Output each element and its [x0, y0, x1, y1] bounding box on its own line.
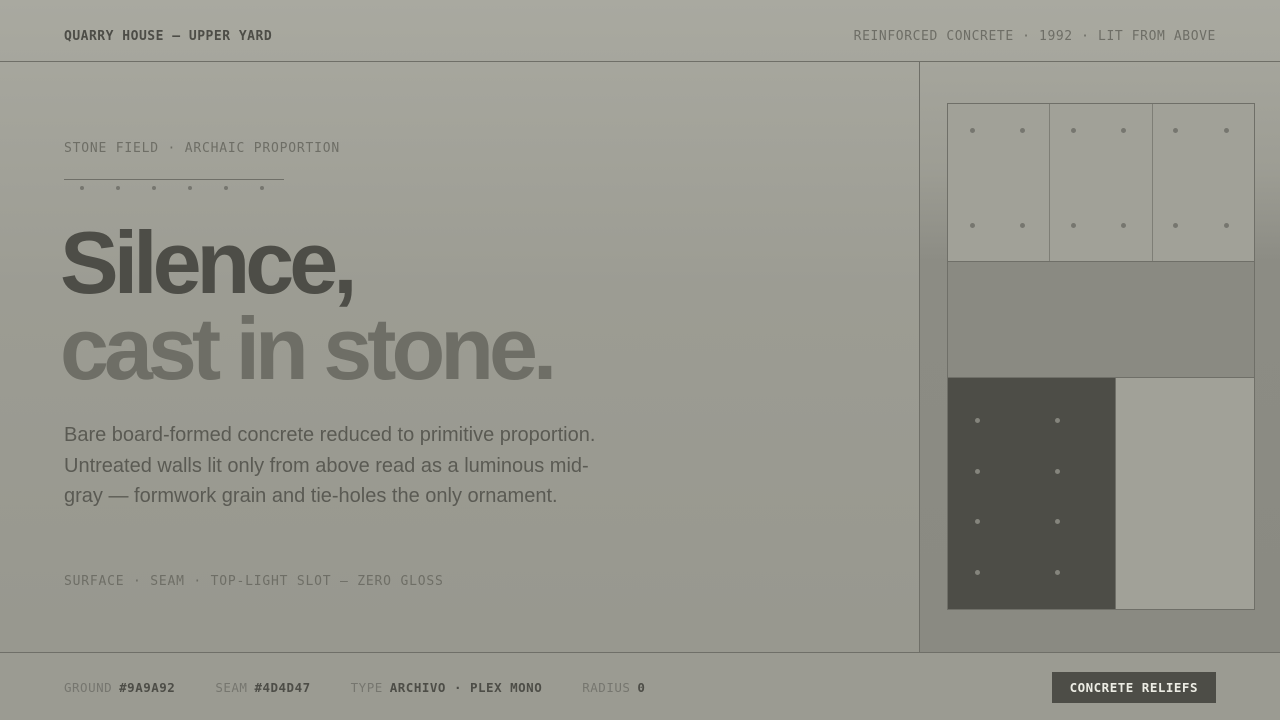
tick-dot: [260, 186, 264, 190]
light-block: [1116, 378, 1254, 609]
tie-hole: [1121, 223, 1127, 228]
spec-value: #4D4D47: [254, 680, 311, 695]
eyebrow-label: STONE FIELD · ARCHAIC PROPORTION: [64, 141, 341, 156]
relief-panel-cell: [948, 104, 1050, 261]
tie-hole: [1223, 223, 1229, 228]
headline: Silence, cast in stone.: [60, 213, 557, 398]
headline-line-1: Silence,: [60, 213, 358, 312]
relief-panel: [919, 62, 1280, 652]
tie-hole: [1055, 519, 1060, 524]
tie-hole: [975, 469, 980, 474]
site-header: QUARRY HOUSE — UPPER YARD REINFORCED CON…: [0, 0, 1280, 62]
body-copy: Bare board-formed concrete reduced to pr…: [64, 424, 596, 507]
brand-name[interactable]: QUARRY HOUSE — UPPER YARD: [64, 29, 272, 44]
seam-block: [948, 378, 1116, 609]
tagline: SURFACE · SEAM · TOP-LIGHT SLOT — ZERO G…: [64, 574, 444, 589]
spec-label: TYPE: [350, 680, 383, 695]
spec-value: #9A9A92: [119, 680, 176, 695]
site-footer: GROUND #9A9A92 SEAM #4D4D47 TYPE ARCHIVO · …: [0, 652, 1280, 720]
header-meta: REINFORCED CONCRETE · 1992 · LIT FROM AB…: [853, 29, 1216, 44]
tie-hole: [1055, 469, 1060, 474]
top-light-slot: [948, 262, 1254, 378]
tie-hole: [970, 223, 975, 228]
spec-item-type: TYPE ARCHIVO · PLEX MONO: [351, 680, 543, 695]
tick-dot: [152, 186, 156, 190]
spec-label: RADIUS: [582, 680, 631, 695]
spec-item-ground: GROUND #9A9A92: [64, 680, 175, 695]
tie-hole: [970, 128, 975, 133]
headline-line-2: cast in stone.: [60, 299, 557, 398]
relief-panel-cell: [1151, 104, 1254, 261]
eyebrow-rule: [64, 179, 284, 180]
tie-hole: [1071, 128, 1077, 133]
tie-hole: [1172, 128, 1178, 133]
tie-hole: [1020, 223, 1025, 228]
spec-value: ARCHIVO · PLEX MONO: [389, 680, 543, 695]
tie-hole: [1020, 128, 1025, 133]
tie-hole: [1055, 418, 1060, 423]
tie-hole: [1172, 223, 1178, 228]
tie-hole-ticks: [64, 186, 284, 194]
tick-dot: [80, 186, 84, 190]
tie-hole: [975, 519, 980, 524]
tie-hole: [1121, 128, 1127, 133]
tie-hole: [1071, 223, 1077, 228]
relief-top-row: [948, 104, 1254, 262]
spec-label: SEAM: [215, 680, 248, 695]
concrete-reliefs-button[interactable]: CONCRETE RELIEFS: [1051, 672, 1216, 703]
tick-dot: [224, 186, 228, 190]
tie-hole: [1055, 570, 1060, 575]
spec-label: GROUND: [64, 680, 113, 695]
concrete-relief: [947, 103, 1255, 610]
tie-hole: [1223, 128, 1229, 133]
tick-dot: [188, 186, 192, 190]
spec-item-seam: SEAM #4D4D47: [215, 680, 310, 695]
spec-value: 0: [637, 680, 646, 695]
tie-hole: [975, 570, 980, 575]
spec-list: GROUND #9A9A92 SEAM #4D4D47 TYPE ARCHIVO · …: [64, 680, 645, 695]
spec-item-radius: RADIUS 0: [582, 680, 645, 695]
relief-panel-cell: [1049, 104, 1152, 261]
tick-dot: [116, 186, 120, 190]
tie-hole: [975, 418, 980, 423]
